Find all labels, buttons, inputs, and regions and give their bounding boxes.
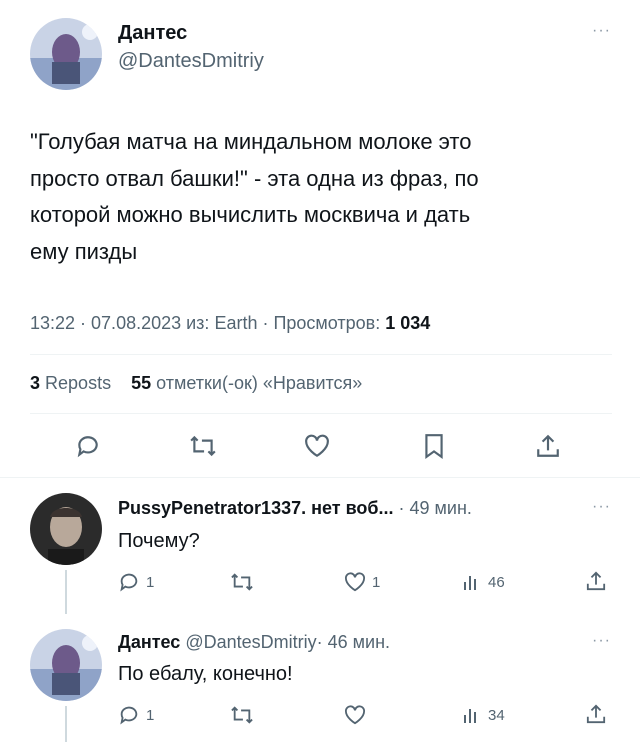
like-count: 1 (372, 573, 381, 591)
reply-author-name[interactable]: PussyPenetrator1337. нет воб... (118, 498, 394, 518)
views-icon (462, 572, 482, 592)
retweet-icon[interactable] (230, 704, 254, 726)
reply-count: 1 (146, 573, 155, 591)
views-icon (462, 705, 482, 725)
tweet-text-line: "Голубая матча на миндальном молоке это (30, 129, 472, 154)
reply-avatar[interactable] (30, 493, 102, 565)
share-icon[interactable] (586, 703, 606, 725)
share-icon[interactable] (536, 433, 560, 459)
reply-author-handle[interactable]: @DantesDmitriy (185, 632, 316, 652)
reposts-count[interactable]: 3 (30, 373, 40, 393)
views-count: 46 (488, 573, 505, 591)
reply-icon[interactable] (75, 433, 101, 459)
reply-time[interactable]: · 46 мин. (317, 632, 390, 652)
author-name[interactable]: Дантес (118, 22, 187, 45)
views-count: 34 (488, 706, 505, 724)
reply-icon[interactable] (118, 704, 140, 726)
reply-action[interactable]: 1 (118, 704, 154, 726)
share-icon[interactable] (586, 570, 606, 592)
heart-icon[interactable] (344, 705, 366, 725)
tweet-text-line: просто отвал башки!" - эта одна из фраз,… (30, 165, 479, 191)
retweet-icon[interactable] (189, 433, 217, 459)
tweet-text-line: ему пизды (30, 238, 138, 264)
reply-avatar[interactable] (30, 629, 102, 701)
more-icon[interactable]: ··· (592, 498, 611, 516)
reply-text: По ебалу, конечно! (118, 663, 293, 685)
author-avatar[interactable] (30, 18, 102, 90)
heart-icon[interactable] (304, 434, 330, 458)
reply-text: Почему? (118, 530, 200, 552)
more-icon[interactable]: ··· (592, 22, 611, 40)
thread-line (65, 570, 67, 614)
thread-line (65, 706, 67, 742)
reposts-label[interactable]: Reposts (45, 373, 111, 393)
bookmark-icon[interactable] (423, 433, 445, 459)
engagement-stats: 3 Reposts 55 отметки(-ок) «Нравится» (30, 373, 362, 394)
retweet-icon[interactable] (230, 571, 254, 593)
reply-author-name[interactable]: Дантес (118, 632, 180, 652)
tweet-timestamp[interactable]: 13:22 · 07.08.2023 из: Earth · Просмотро… (30, 313, 385, 333)
views-action[interactable]: 46 (462, 572, 505, 592)
divider (30, 413, 612, 414)
reply-header: PussyPenetrator1337. нет воб... · 49 мин… (118, 498, 472, 519)
like-action[interactable]: 1 (344, 572, 380, 592)
reply-action[interactable]: 1 (118, 571, 154, 593)
reply-time[interactable]: · 49 мин. (399, 498, 472, 518)
heart-icon[interactable] (344, 572, 366, 592)
views-action[interactable]: 34 (462, 705, 505, 725)
divider (0, 477, 640, 478)
tweet-meta: 13:22 · 07.08.2023 из: Earth · Просмотро… (30, 313, 430, 334)
reply-icon[interactable] (118, 571, 140, 593)
tweet-text-line: которой можно вычислить москвича и дать (30, 202, 471, 227)
divider (30, 354, 612, 355)
likes-count[interactable]: 55 (131, 373, 151, 393)
author-handle[interactable]: @DantesDmitriy (118, 50, 264, 73)
views-count: 1 034 (385, 313, 431, 333)
tweet-text: "Голубая матча на миндальном молоке это … (30, 124, 479, 270)
likes-label[interactable]: отметки(-ок) «Нравится» (156, 373, 362, 393)
reply-header: Дантес @DantesDmitriy· 46 мин. (118, 632, 390, 653)
more-icon[interactable]: ··· (592, 632, 611, 650)
reply-count: 1 (146, 706, 155, 724)
